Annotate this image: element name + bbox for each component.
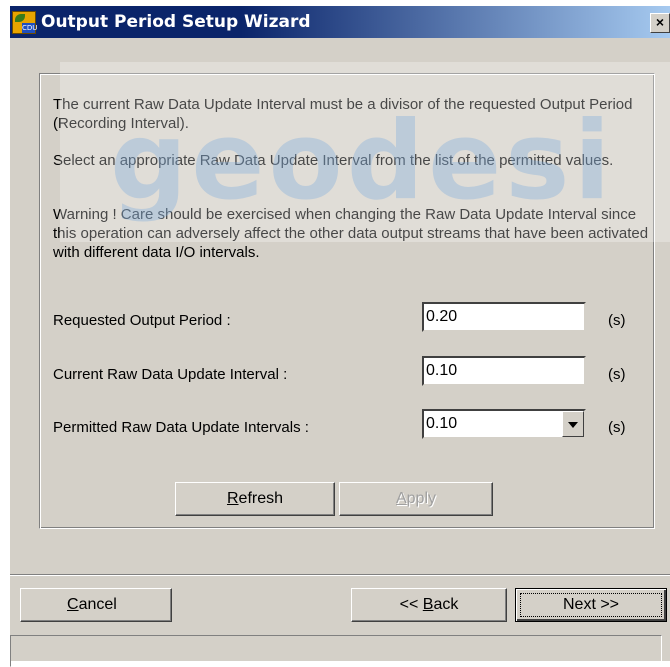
info-select-text: Select an appropriate Raw Data Update In… [53, 152, 614, 169]
cancel-label: ancel [78, 596, 117, 613]
back-prefix: << [399, 596, 423, 613]
permitted-raw-intervals-combo[interactable]: 0.10 [422, 409, 586, 439]
app-icon: CDU [12, 11, 38, 34]
cancel-mnemonic: C [67, 596, 79, 613]
current-raw-interval-label: Current Raw Data Update Interval : [53, 366, 288, 383]
leaf-glyph [15, 14, 25, 22]
next-button[interactable]: Next >> [515, 588, 667, 622]
apply-label: pply [406, 490, 437, 507]
focus-rectangle [520, 593, 662, 617]
warning-text: Warning ! Care should be exercised when … [53, 206, 649, 261]
refresh-label: efresh [238, 490, 284, 507]
refresh-button[interactable]: Refresh [175, 482, 335, 516]
back-mnemonic: B [422, 596, 434, 613]
apply-mnemonic: A [395, 490, 407, 507]
current-raw-interval-field[interactable]: 0.10 [422, 356, 586, 386]
wizard-window: CDU Output Period Setup Wizard × The cur… [10, 6, 670, 667]
requested-output-period-unit: (s) [608, 312, 626, 329]
permitted-raw-intervals-label: Permitted Raw Data Update Intervals : [53, 419, 309, 436]
requested-output-period-field[interactable]: 0.20 [422, 302, 586, 332]
chevron-down-icon[interactable] [562, 411, 584, 437]
window-title: Output Period Setup Wizard [41, 12, 311, 32]
cancel-button[interactable]: Cancel [20, 588, 172, 622]
app-icon-label: CDU [22, 23, 38, 33]
footer-divider [10, 574, 670, 576]
requested-output-period-label: Requested Output Period : [53, 312, 231, 329]
settings-group-box [39, 73, 655, 529]
status-bar [10, 635, 662, 667]
info-divisor-text: The current Raw Data Update Interval mus… [53, 96, 633, 132]
back-button[interactable]: << Back [351, 588, 507, 622]
back-label: ack [433, 596, 459, 613]
apply-button[interactable]: Apply [339, 482, 493, 516]
permitted-raw-intervals-unit: (s) [608, 419, 626, 436]
close-icon[interactable]: × [650, 13, 670, 33]
permitted-raw-intervals-value: 0.10 [426, 415, 458, 432]
title-bar[interactable]: CDU Output Period Setup Wizard × [10, 6, 670, 38]
refresh-mnemonic: R [226, 490, 239, 507]
current-raw-interval-unit: (s) [608, 366, 626, 383]
